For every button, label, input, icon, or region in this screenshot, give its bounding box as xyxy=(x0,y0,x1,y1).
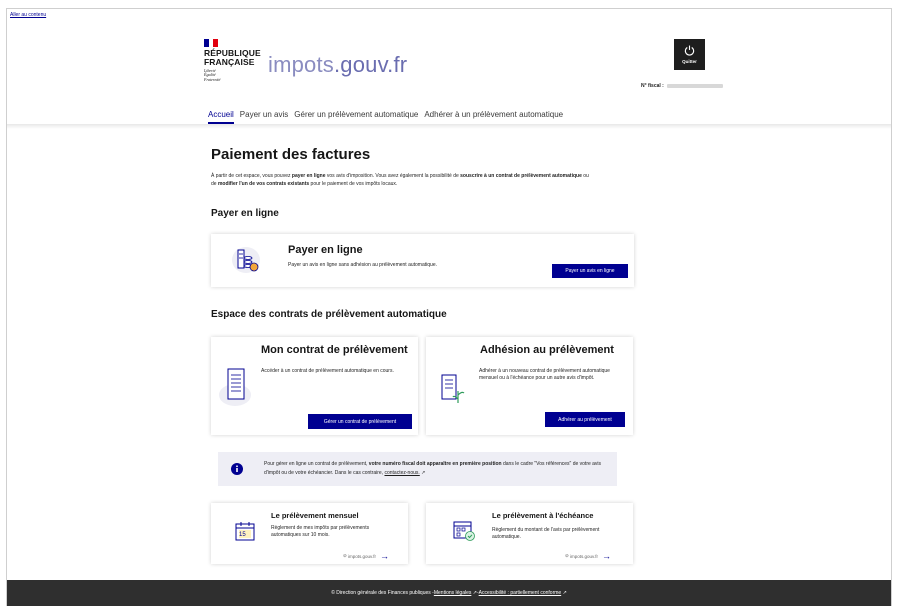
intro-part: pour le paiement de vos impôts locaux. xyxy=(309,181,398,187)
quit-label: Quitter xyxy=(682,59,697,64)
legal-link[interactable]: Mentions légales xyxy=(434,590,472,596)
fiscal-label: N° fiscal : xyxy=(641,83,664,89)
adhesion-card-text: Adhérer à un nouveau contrat de prélèvem… xyxy=(479,368,610,381)
contracts-section-heading: Espace des contrats de prélèvement autom… xyxy=(211,309,447,320)
contract-card: Mon contrat de prélèvement Accéder à un … xyxy=(211,337,418,435)
pay-online-button[interactable]: Payer un avis en ligne xyxy=(552,264,628,278)
page-title: Paiement des factures xyxy=(211,146,371,163)
intro-part: vos avis d'imposition. Vous avez égaleme… xyxy=(325,173,461,179)
ext-label: impots.gouv.fr xyxy=(570,553,598,559)
pay-card: Payer en ligne Payer un avis en ligne sa… xyxy=(211,234,634,287)
external-link-icon: ↗ xyxy=(421,469,426,476)
nav-item-adherer[interactable]: Adhérer à un prélèvement automatique xyxy=(424,110,563,124)
calendar-day: 15 xyxy=(239,532,246,538)
quit-button[interactable]: Quitter xyxy=(674,39,705,70)
calendar-icon xyxy=(235,522,255,541)
due-tile-link[interactable]: ⊘ impots.gouv.fr → xyxy=(565,551,611,561)
fiscal-value-masked xyxy=(666,84,723,88)
devise: Liberté Égalité Fraternité xyxy=(204,68,261,82)
fiscal-number: N° fiscal : xyxy=(641,83,723,89)
nav-item-gerer[interactable]: Gérer un prélèvement automatique xyxy=(294,110,418,124)
pay-card-title: Payer en ligne xyxy=(288,244,363,256)
due-tile-text: Règlement du montant de l'avis par prélè… xyxy=(492,527,600,540)
site-logo[interactable]: impots.gouv.fr xyxy=(268,52,407,78)
pay-card-text: Payer un avis en ligne sans adhésion au … xyxy=(288,262,437,268)
devise-line: Fraternité xyxy=(204,76,221,82)
external-link-icon: ↗ xyxy=(562,590,567,596)
monthly-tile-title: Le prélèvement mensuel xyxy=(271,511,359,520)
intro-part: À partir de cet espace, vous pouvez xyxy=(211,173,292,179)
power-icon xyxy=(684,45,695,56)
monthly-tile[interactable]: 15 Le prélèvement mensuel Règlement de m… xyxy=(211,503,408,564)
monthly-tile-text: Règlement de mes impôts par prélèvements… xyxy=(271,525,370,538)
accessibility-link[interactable]: Accessibilité : partiellement conforme xyxy=(479,590,562,596)
contract-card-title: Mon contrat de prélèvement xyxy=(261,344,408,356)
republique-logo[interactable]: RÉPUBLIQUE FRANÇAISE Liberté Égalité Fra… xyxy=(204,39,261,82)
due-tile-title: Le prélèvement à l'échéance xyxy=(492,511,594,520)
arrow-right-icon: → xyxy=(379,551,389,561)
info-box: Pour gérer en ligne un contrat de prélèv… xyxy=(218,452,617,486)
adhere-button[interactable]: Adhérer au prélèvement xyxy=(545,412,625,427)
nav-divider xyxy=(7,124,891,129)
info-bold: votre numéro fiscal doit apparaître en p… xyxy=(368,461,502,467)
arrow-right-icon: → xyxy=(601,551,611,561)
document-plant-icon xyxy=(441,374,465,403)
nav-item-accueil[interactable]: Accueil xyxy=(208,110,234,124)
site-name-a: impots xyxy=(268,52,334,77)
site-name-b: .gouv.fr xyxy=(334,52,408,77)
ext-label: impots.gouv.fr xyxy=(348,553,376,559)
contract-card-text: Accéder à un contrat de prélèvement auto… xyxy=(261,368,394,374)
manage-contract-button[interactable]: Gérer un contrat de prélèvement xyxy=(308,414,412,429)
brand-line-2: FRANÇAISE xyxy=(204,56,255,67)
footer: © Direction générale des Finances publiq… xyxy=(7,580,891,606)
monthly-tile-link[interactable]: ⊘ impots.gouv.fr → xyxy=(343,551,389,561)
intro-bold: payer en ligne xyxy=(291,173,326,179)
due-tile[interactable]: Le prélèvement à l'échéance Règlement du… xyxy=(426,503,633,564)
info-part: Pour gérer en ligne un contrat de prélèv… xyxy=(264,461,369,467)
intro-text: À partir de cet espace, vous pouvez paye… xyxy=(211,172,591,188)
contact-link[interactable]: contactez-nous. xyxy=(384,470,419,476)
footer-copyright: © Direction générale des Finances publiq… xyxy=(331,590,434,596)
info-icon xyxy=(231,463,243,475)
main-nav: Accueil Payer un avis Gérer un prélèveme… xyxy=(208,110,569,124)
intro-bold: modifier l'un de vos contrats existants xyxy=(217,181,310,187)
nav-item-payer[interactable]: Payer un avis xyxy=(240,110,288,124)
info-text: Pour gérer en ligne un contrat de prélèv… xyxy=(264,460,604,477)
calendar-check-icon xyxy=(453,521,475,541)
adhesion-card: Adhésion au prélèvement Adhérer à un nou… xyxy=(426,337,633,435)
document-icon xyxy=(219,368,251,406)
skip-link[interactable]: Aller au contenu xyxy=(10,12,46,18)
coins-icon xyxy=(232,247,260,273)
flag-icon xyxy=(204,39,219,47)
pay-section-heading: Payer en ligne xyxy=(211,208,279,219)
adhesion-card-title: Adhésion au prélèvement xyxy=(480,344,614,356)
intro-bold: souscrire à un contrat de prélèvement au… xyxy=(460,173,582,179)
